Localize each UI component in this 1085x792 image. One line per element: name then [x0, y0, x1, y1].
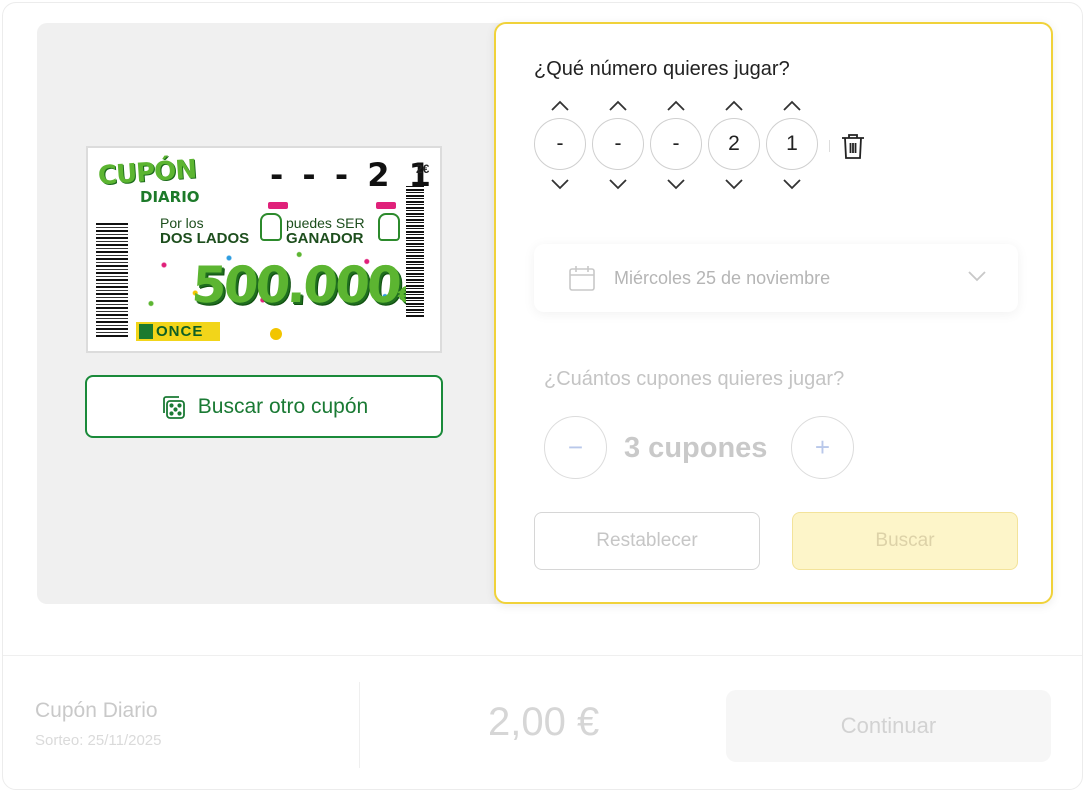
digit-value[interactable]: - — [534, 118, 586, 170]
qr-code — [96, 223, 128, 338]
trash-icon[interactable] — [840, 132, 866, 160]
coupon-ticket-image: CUPÓN DIARIO - - - 2 1 2€ Por los DOS LA… — [86, 146, 442, 353]
digit-picker-4: 2 — [708, 94, 760, 194]
ticket-promo-left: Por los DOS LADOS — [160, 215, 250, 247]
promo-right-bold: GANADOR — [286, 230, 364, 247]
digit-picker-2: - — [592, 94, 644, 194]
pointing-hand-icon — [260, 213, 282, 241]
increase-coupons-button[interactable]: + — [791, 416, 854, 479]
ticket-brand-subtitle: DIARIO — [140, 188, 200, 206]
draw-date-select[interactable]: Miércoles 25 de noviembre — [534, 244, 1018, 312]
chevron-down-icon[interactable] — [607, 176, 629, 192]
reset-button[interactable]: Restablecer — [534, 512, 760, 570]
once-logo: ONCE — [136, 322, 220, 341]
pointing-hand-icon — [378, 213, 400, 241]
ticket-promo-right: puedes SER GANADOR — [286, 215, 365, 247]
decrease-coupons-button[interactable]: − — [544, 416, 607, 479]
prize-value: 500.000 — [189, 256, 401, 314]
divider — [829, 140, 830, 152]
draw-date-value: Miércoles 25 de noviembre — [614, 267, 831, 288]
coupons-question: ¿Cuántos cupones quieres jugar? — [544, 368, 845, 390]
ticket-prize-amount: 500.000€ — [190, 256, 413, 314]
barcode — [406, 186, 424, 318]
number-question: ¿Qué número quieres jugar? — [534, 58, 790, 80]
ticket-dot — [270, 328, 282, 340]
search-other-coupon-label: Buscar otro cupón — [197, 394, 369, 418]
ticket-tag — [268, 202, 288, 209]
once-figure-icon — [139, 324, 153, 339]
digit-value[interactable]: 2 — [708, 118, 760, 170]
digit-value[interactable]: 1 — [766, 118, 818, 170]
chevron-up-icon[interactable] — [781, 98, 803, 114]
ticket-brand-logo: CUPÓN — [97, 154, 198, 192]
promo-left-bold: DOS LADOS — [160, 230, 250, 247]
minus-icon: − — [567, 432, 584, 462]
chevron-down-icon[interactable] — [665, 176, 687, 192]
plus-icon: + — [814, 432, 831, 462]
once-logo-text: ONCE — [156, 323, 204, 340]
digit-value[interactable]: - — [592, 118, 644, 170]
number-selection-panel: ¿Qué número quieres jugar? - - - 2 1 Mié… — [494, 22, 1053, 604]
calendar-icon — [569, 266, 595, 291]
chevron-up-icon[interactable] — [723, 98, 745, 114]
promo-right-small: puedes SER — [286, 215, 365, 231]
digit-picker-1: - — [534, 94, 586, 194]
digit-picker-3: - — [650, 94, 702, 194]
chevron-down-icon — [968, 271, 986, 282]
chevron-down-icon[interactable] — [723, 176, 745, 192]
footer-divider — [3, 655, 1082, 656]
dice-icon — [160, 394, 186, 420]
ticket-price: 2€ — [416, 162, 430, 176]
search-button[interactable]: Buscar — [792, 512, 1018, 570]
chevron-up-icon[interactable] — [549, 98, 571, 114]
coupons-count: 3 cupones — [624, 432, 768, 464]
search-other-coupon-button[interactable]: Buscar otro cupón — [85, 375, 443, 438]
promo-left-small: Por los — [160, 215, 204, 231]
chevron-up-icon[interactable] — [665, 98, 687, 114]
draw-date-label: Sorteo: 25/11/2025 — [35, 732, 162, 749]
digit-picker-5: 1 — [766, 94, 818, 194]
digit-value[interactable]: - — [650, 118, 702, 170]
chevron-down-icon[interactable] — [549, 176, 571, 192]
chevron-down-icon[interactable] — [781, 176, 803, 192]
ticket-tag — [376, 202, 396, 209]
continue-button[interactable]: Continuar — [726, 690, 1051, 762]
product-name: Cupón Diario — [35, 699, 158, 722]
footer-separator — [359, 682, 360, 768]
chevron-up-icon[interactable] — [607, 98, 629, 114]
total-price: 2,00 € — [488, 700, 600, 744]
